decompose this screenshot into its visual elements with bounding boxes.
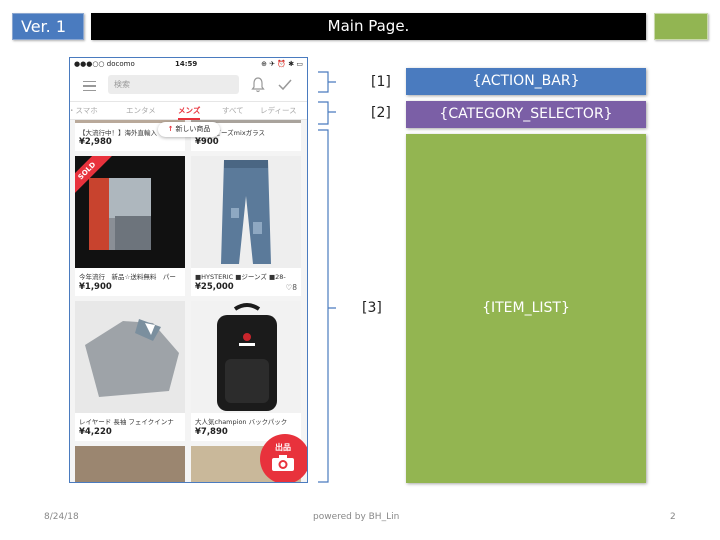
likes-count: ♡8 [285, 283, 298, 292]
tab-mens[interactable]: メンズ [178, 102, 201, 120]
status-icons: ⊕ ✈ ⏰ ✱ ▭ [261, 60, 303, 68]
category-selector-component: {CATEGORY_SELECTOR} [406, 101, 646, 128]
check-icon[interactable] [277, 77, 293, 93]
sell-button[interactable]: 出品 [260, 434, 307, 482]
new-items-label: 新しい商品 [175, 125, 211, 133]
version-label: Ver. 1 [12, 13, 84, 40]
list-item[interactable] [75, 446, 185, 482]
tab-all[interactable]: すべて [222, 102, 244, 119]
tab-ladies[interactable]: レディース [260, 102, 297, 119]
app-action-bar: 検索 [70, 71, 307, 101]
carrier-text: ●●●○○ docomo [74, 60, 135, 68]
callout-2: [2] [371, 105, 391, 121]
jeans-picture [221, 160, 271, 264]
item-price: ¥4,220 [79, 427, 112, 437]
item-price: ¥7,890 [195, 427, 228, 437]
callout-brackets [318, 71, 336, 483]
list-item[interactable]: ■HYSTERIC ■ジーンズ ■28- ¥25,000 ♡8 [191, 156, 301, 296]
list-item[interactable]: レイヤード 長袖 フェイクインナ ¥4,220 [75, 301, 185, 441]
bell-icon[interactable] [251, 77, 265, 93]
page-number: 2 [670, 512, 676, 522]
item-list: 【大流行中！】海外直輸入 ¥2,980 メタルビーズmixガラス ¥900 ↑ 新… [70, 120, 307, 482]
item-name: 大人気champion バックパック [195, 418, 288, 426]
list-item[interactable]: SOLD 今年流行 新品☆送料無料 パー ¥1,900 [75, 156, 185, 296]
category-tabs: ・スマホ エンタメ メンズ すべて レディース [70, 101, 307, 120]
callout-1: [1] [371, 74, 391, 90]
item-price: ¥25,000 [195, 282, 234, 292]
footer-credit: powered by BH_Lin [313, 512, 400, 522]
item-image [191, 301, 301, 413]
phone-screenshot: ●●●○○ docomo 14:59 ⊕ ✈ ⏰ ✱ ▭ 検索 ・スマホ エンタ… [69, 57, 308, 483]
list-item[interactable]: 大人気champion バックパック ¥7,890 [191, 301, 301, 441]
tab-smartphone[interactable]: ・スマホ [70, 102, 98, 119]
page-title: Main Page. [91, 13, 646, 40]
green-header-block [654, 13, 708, 40]
camera-icon [272, 455, 294, 471]
new-items-button[interactable]: ↑ 新しい商品 [158, 122, 220, 137]
sell-label: 出品 [275, 443, 291, 452]
backpack-picture [217, 303, 277, 411]
item-name: 今年流行 新品☆送料無料 パー [79, 273, 176, 281]
action-bar-component: {ACTION_BAR} [406, 68, 646, 95]
item-list-component: {ITEM_LIST} [406, 134, 646, 483]
up-arrow-icon: ↑ [167, 125, 174, 133]
item-image: SOLD [75, 156, 185, 268]
footer-date: 8/24/18 [44, 512, 79, 522]
tab-entertainment[interactable]: エンタメ [126, 102, 156, 119]
shirt-picture [85, 319, 179, 397]
status-time: 14:59 [175, 60, 198, 68]
status-bar: ●●●○○ docomo 14:59 ⊕ ✈ ⏰ ✱ ▭ [70, 58, 307, 71]
item-name: ■HYSTERIC ■ジーンズ ■28- [195, 273, 286, 281]
item-image [75, 301, 185, 413]
item-price: ¥900 [195, 137, 219, 147]
item-name: レイヤード 長袖 フェイクインナ [79, 418, 174, 426]
search-input[interactable]: 検索 [108, 75, 239, 94]
hamburger-menu-icon[interactable] [83, 81, 96, 91]
item-image [75, 446, 185, 482]
item-price: ¥1,900 [79, 282, 112, 292]
item-image [191, 156, 301, 268]
item-price: ¥2,980 [79, 137, 112, 147]
callout-3: [3] [362, 300, 382, 316]
